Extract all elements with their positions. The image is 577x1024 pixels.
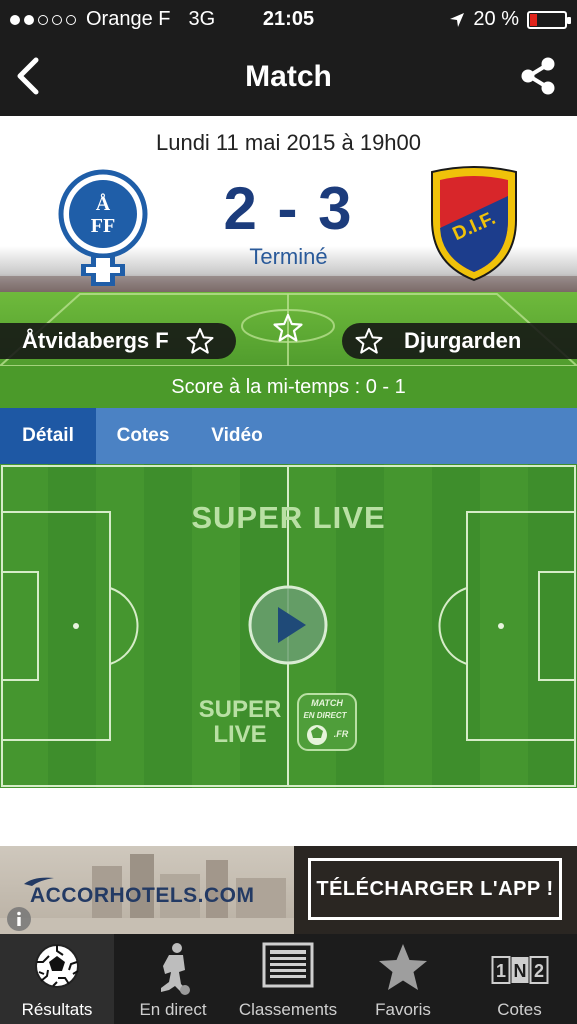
tabbar-item-cotes[interactable]: 1 N 2 Cotes	[462, 934, 577, 1024]
brand-line-1: SUPER	[198, 696, 282, 723]
tab-detail[interactable]: Détail	[0, 408, 96, 464]
tabbar-label-favoris: Favoris	[375, 1000, 431, 1019]
tabbar-label-en-direct: En direct	[139, 1000, 207, 1019]
detail-tabs: Détail Cotes Vidéo	[0, 408, 577, 464]
tabbar-label-classements: Classements	[238, 1000, 338, 1019]
share-icon[interactable]	[519, 56, 557, 96]
info-icon[interactable]	[6, 906, 32, 932]
download-app-button[interactable]: TÉLÉCHARGER L'APP !	[308, 858, 562, 920]
home-team-bar: Åtvidabergs F	[0, 323, 236, 359]
tabbar-label-cotes: Cotes	[497, 1000, 542, 1019]
player-icon	[161, 943, 190, 995]
brand-line-2: LIVE	[213, 721, 267, 748]
halftime-score: Score à la mi-temps : 0 - 1	[171, 376, 406, 398]
tabbar-item-classements[interactable]: Classements	[230, 934, 346, 1024]
tab-video[interactable]: Vidéo	[190, 408, 284, 464]
standings-icon	[262, 942, 314, 988]
navigation-bar: Match	[0, 38, 577, 116]
svg-text:N: N	[513, 961, 526, 981]
svg-text:2: 2	[533, 961, 543, 981]
bottom-tab-bar: Résultats En direct Classements Favoris …	[0, 934, 577, 1024]
center-star-icon	[273, 313, 303, 342]
away-team-bar: Djurgarden	[342, 323, 577, 359]
battery-icon	[527, 10, 571, 29]
super-live-title: SUPER LIVE	[191, 500, 386, 535]
svg-text:.FR: .FR	[334, 729, 349, 739]
odds-1n2-icon: 1 N 2	[491, 956, 548, 984]
svg-text:1: 1	[495, 961, 505, 981]
home-team-name: Åtvidabergs F	[22, 328, 169, 353]
favorite-away-star-icon[interactable]	[354, 326, 384, 356]
page-title: Match	[245, 60, 332, 93]
status-bar: Orange F 3G 21:05 20 %	[0, 0, 577, 38]
battery-percent: 20 %	[473, 8, 519, 30]
favorite-home-star-icon[interactable]	[185, 326, 215, 356]
svg-text:MATCH: MATCH	[311, 698, 343, 708]
super-live-brand: SUPER LIVE	[196, 697, 284, 747]
match-en-direct-logo: MATCH EN DIRECT .FR	[297, 693, 357, 751]
tabbar-item-favoris[interactable]: Favoris	[350, 934, 456, 1024]
match-date: Lundi 11 mai 2015 à 19h00	[155, 130, 422, 155]
svg-text:EN DIRECT: EN DIRECT	[303, 711, 347, 720]
battery-area: 20 %	[449, 8, 571, 31]
soccer-ball-icon	[35, 944, 79, 988]
battery-fill	[530, 13, 537, 26]
play-button-icon[interactable]	[248, 585, 328, 665]
star-icon	[379, 944, 427, 990]
app-screen: Orange F 3G 21:05 20 % Match Lundi 11 ma…	[0, 0, 577, 1024]
match-header: Lundi 11 mai 2015 à 19h00 Å FF 2 - 3 Ter…	[0, 116, 577, 408]
location-arrow-icon	[450, 12, 465, 27]
tabbar-label-resultats: Résultats	[21, 1000, 93, 1019]
tabbar-item-resultats[interactable]: Résultats	[0, 934, 114, 1024]
ad-brand-name: ACCORHOTELS.COM	[30, 884, 255, 907]
away-team-name: Djurgarden	[404, 328, 522, 353]
tab-cotes[interactable]: Cotes	[96, 408, 190, 464]
away-team-crest[interactable]: D.I.F.	[424, 166, 524, 284]
tabbar-item-en-direct[interactable]: En direct	[120, 934, 226, 1024]
